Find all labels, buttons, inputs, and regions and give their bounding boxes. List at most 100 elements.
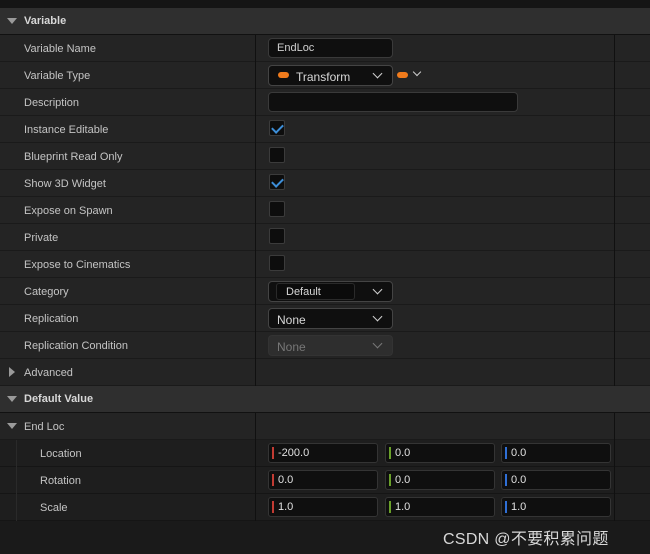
x-axis-bar xyxy=(272,501,274,513)
variable-type-value: Transform xyxy=(296,70,351,84)
location-z-value: 0.0 xyxy=(511,447,527,459)
private-checkbox[interactable] xyxy=(269,228,285,244)
row-advanced[interactable]: Advanced xyxy=(0,359,650,386)
z-axis-bar xyxy=(505,474,507,486)
expose-to-cinematics-checkbox[interactable] xyxy=(269,255,285,271)
expose-on-spawn-checkbox[interactable] xyxy=(269,201,285,217)
chevron-down-icon[interactable] xyxy=(7,396,17,402)
column-splitter-right xyxy=(614,413,615,521)
section-default-value[interactable]: Default Value xyxy=(0,386,650,413)
category-input[interactable]: Default xyxy=(276,283,355,300)
variable-name-input[interactable]: EndLoc xyxy=(268,38,393,58)
label-rotation: Rotation xyxy=(40,475,81,487)
row-instance-editable: Instance Editable xyxy=(0,116,650,143)
indent-guide xyxy=(16,440,17,521)
chevron-down-icon[interactable] xyxy=(7,423,17,429)
y-axis-bar xyxy=(389,501,391,513)
row-rotation: Rotation 0.0 0.0 0.0 xyxy=(0,467,650,494)
row-blueprint-read-only: Blueprint Read Only xyxy=(0,143,650,170)
chevron-down-icon xyxy=(372,311,383,322)
section-variable[interactable]: Variable xyxy=(0,8,650,35)
row-expose-on-spawn: Expose on Spawn xyxy=(0,197,650,224)
rotation-y-value: 0.0 xyxy=(395,474,411,486)
row-scale: Scale 1.0 1.0 1.0 xyxy=(0,494,650,521)
chevron-down-icon xyxy=(372,338,383,349)
row-show-3d-widget: Show 3D Widget xyxy=(0,170,650,197)
rotation-z-value: 0.0 xyxy=(511,474,527,486)
label-expose-on-spawn: Expose on Spawn xyxy=(24,205,113,217)
label-show-3d-widget: Show 3D Widget xyxy=(24,178,106,190)
replication-dropdown[interactable]: None xyxy=(268,308,393,329)
checkmark-icon xyxy=(271,121,284,134)
label-instance-editable: Instance Editable xyxy=(24,124,109,136)
chevron-down-icon xyxy=(372,284,383,295)
category-dropdown[interactable]: Default xyxy=(268,281,393,302)
show-3d-widget-checkbox[interactable] xyxy=(269,174,285,190)
scale-z-field[interactable]: 1.0 xyxy=(501,497,611,517)
scale-y-field[interactable]: 1.0 xyxy=(385,497,495,517)
y-axis-bar xyxy=(389,447,391,459)
chevron-down-icon xyxy=(372,68,383,79)
section-title: Variable xyxy=(24,15,67,27)
scale-x-value: 1.0 xyxy=(278,501,294,513)
location-y-value: 0.0 xyxy=(395,447,411,459)
top-strip xyxy=(0,0,650,8)
row-end-loc[interactable]: End Loc xyxy=(0,413,650,440)
container-type-dropdown[interactable] xyxy=(397,67,427,83)
row-replication: Replication None xyxy=(0,305,650,332)
rotation-x-field[interactable]: 0.0 xyxy=(268,470,378,490)
type-pill-icon xyxy=(278,72,289,78)
label-scale: Scale xyxy=(40,502,68,514)
row-variable-name: Variable Name EndLoc xyxy=(0,35,650,62)
row-variable-type: Variable Type Transform xyxy=(0,62,650,89)
replication-condition-value: None xyxy=(277,340,306,354)
rotation-z-field[interactable]: 0.0 xyxy=(501,470,611,490)
label-variable-name: Variable Name xyxy=(24,43,96,55)
section-title: Default Value xyxy=(24,393,94,405)
rotation-x-value: 0.0 xyxy=(278,474,294,486)
label-description: Description xyxy=(24,97,80,109)
row-private: Private xyxy=(0,224,650,251)
label-private: Private xyxy=(24,232,59,244)
watermark-text: CSDN @不要积累问题 xyxy=(443,531,609,548)
label-expose-to-cinematics: Expose to Cinematics xyxy=(24,259,131,271)
replication-value: None xyxy=(277,313,306,327)
row-description: Description xyxy=(0,89,650,116)
replication-condition-dropdown: None xyxy=(268,335,393,356)
label-variable-type: Variable Type xyxy=(24,70,91,82)
scale-x-field[interactable]: 1.0 xyxy=(268,497,378,517)
location-y-field[interactable]: 0.0 xyxy=(385,443,495,463)
variable-type-dropdown[interactable]: Transform xyxy=(268,65,393,86)
chevron-down-icon[interactable] xyxy=(7,18,17,24)
category-value: Default xyxy=(286,286,321,298)
label-blueprint-read-only: Blueprint Read Only xyxy=(24,151,123,163)
rotation-y-field[interactable]: 0.0 xyxy=(385,470,495,490)
z-axis-bar xyxy=(505,501,507,513)
row-replication-condition: Replication Condition None xyxy=(0,332,650,359)
blueprint-read-only-checkbox[interactable] xyxy=(269,147,285,163)
label-replication-condition: Replication Condition xyxy=(24,340,128,352)
z-axis-bar xyxy=(505,447,507,459)
scale-y-value: 1.0 xyxy=(395,501,411,513)
column-splitter-right xyxy=(614,35,615,386)
chevron-right-icon[interactable] xyxy=(9,367,15,377)
chevron-down-icon xyxy=(412,67,422,77)
column-splitter[interactable] xyxy=(255,413,256,521)
x-axis-bar xyxy=(272,474,274,486)
label-advanced: Advanced xyxy=(24,367,73,379)
x-axis-bar xyxy=(272,447,274,459)
y-axis-bar xyxy=(389,474,391,486)
checkmark-icon xyxy=(271,175,284,188)
description-input[interactable] xyxy=(268,92,518,112)
column-splitter[interactable] xyxy=(255,35,256,386)
container-pill-icon xyxy=(397,72,408,78)
label-location: Location xyxy=(40,448,82,460)
row-category: Category Default xyxy=(0,278,650,305)
row-location: Location -200.0 0.0 0.0 xyxy=(0,440,650,467)
location-x-field[interactable]: -200.0 xyxy=(268,443,378,463)
instance-editable-checkbox[interactable] xyxy=(269,120,285,136)
label-end-loc: End Loc xyxy=(24,421,65,433)
label-category: Category xyxy=(24,286,69,298)
location-z-field[interactable]: 0.0 xyxy=(501,443,611,463)
label-replication: Replication xyxy=(24,313,79,325)
